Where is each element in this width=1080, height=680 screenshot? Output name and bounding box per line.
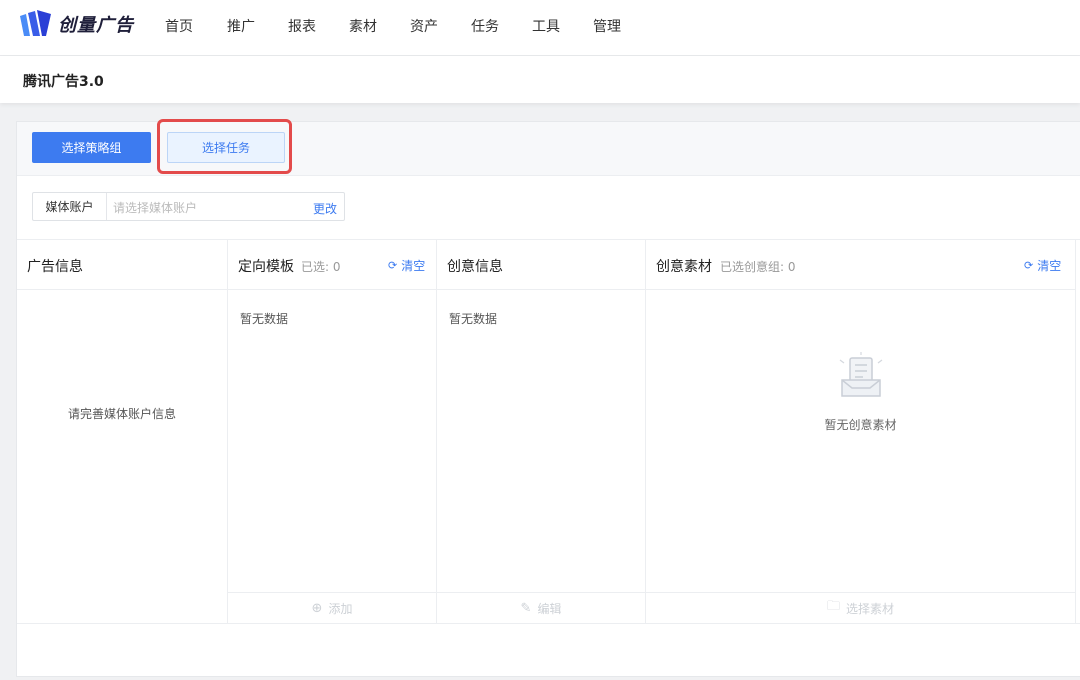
nav-item-promotion[interactable]: 推广 <box>227 16 255 36</box>
logo[interactable]: 创量广告 <box>18 10 134 38</box>
ad-info-message: 请完善媒体账户信息 <box>67 407 176 421</box>
select-task-button[interactable]: 选择任务 <box>167 132 285 163</box>
clear-label: 清空 <box>401 259 426 273</box>
add-button[interactable]: ⊕ 添加 <box>228 592 436 623</box>
column-title: 广告信息 <box>27 259 83 275</box>
page-header: 腾讯广告3.0 <box>0 56 1080 103</box>
column-header: 创意信息 <box>437 240 645 290</box>
editor-columns: 广告信息 请完善媒体账户信息 定向模板 已选: 0 ⟳ 清空 暂无数据 ⊕ 添加 <box>17 239 1080 624</box>
creative-material-column: 创意素材 已选创意组: 0 ⟳ 清空 暂无创意素材 🗀 选择素材 <box>646 240 1076 623</box>
refresh-icon: ⟳ <box>1024 259 1034 272</box>
nav-item-assets[interactable]: 资产 <box>410 16 438 36</box>
page-title: 腾讯广告3.0 <box>23 74 104 90</box>
refresh-icon: ⟳ <box>388 259 398 272</box>
toolbar: 选择策略组 选择任务 <box>17 119 1080 176</box>
edit-icon: ✎ <box>520 600 532 616</box>
media-account-input[interactable] <box>111 197 305 218</box>
logo-text: 创量广告 <box>58 15 134 36</box>
nav-item-materials[interactable]: 素材 <box>349 16 377 36</box>
nav-item-manage[interactable]: 管理 <box>593 16 621 36</box>
nav-item-reports[interactable]: 报表 <box>288 16 316 36</box>
select-material-button[interactable]: 🗀 选择素材 <box>646 592 1075 623</box>
empty-material-text: 暂无创意素材 <box>824 418 897 432</box>
change-account-link[interactable]: 更改 <box>313 200 337 217</box>
column-title: 定向模板 <box>238 259 294 275</box>
empty-text: 暂无数据 <box>449 312 498 326</box>
selected-count: 已选创意组: 0 <box>720 260 796 274</box>
edit-label: 编辑 <box>537 601 562 616</box>
column-header: 广告信息 <box>17 240 227 290</box>
clear-label: 清空 <box>1037 259 1062 273</box>
add-label: 添加 <box>328 601 353 616</box>
creative-logo-icon <box>20 10 51 36</box>
empty-box-icon <box>839 352 883 397</box>
media-account-field: 媒体账户 更改 <box>32 192 345 221</box>
column-header: 定向模板 已选: 0 ⟳ 清空 <box>228 240 436 290</box>
folder-icon: 🗀 <box>826 599 840 614</box>
select-strategy-button[interactable]: 选择策略组 <box>32 132 151 163</box>
ad-info-column: 广告信息 请完善媒体账户信息 <box>17 240 228 623</box>
creative-info-column: 创意信息 暂无数据 ✎ 编辑 <box>437 240 646 623</box>
select-material-label: 选择素材 <box>846 601 895 616</box>
plus-circle-icon: ⊕ <box>311 600 323 616</box>
column-header: 创意素材 已选创意组: 0 ⟳ 清空 <box>646 240 1075 290</box>
empty-text: 暂无数据 <box>240 312 289 326</box>
column-title: 创意信息 <box>447 259 503 275</box>
nav-item-tasks[interactable]: 任务 <box>471 16 499 36</box>
media-account-label: 媒体账户 <box>33 193 107 220</box>
nav-item-tools[interactable]: 工具 <box>532 16 560 36</box>
clear-button[interactable]: ⟳ 清空 <box>1024 257 1061 274</box>
nav-item-home[interactable]: 首页 <box>165 16 193 36</box>
column-title: 创意素材 <box>656 259 712 275</box>
top-navbar: 创量广告 首页 推广 报表 素材 资产 任务 工具 管理 <box>0 0 1080 56</box>
selected-count: 已选: 0 <box>301 260 341 274</box>
clear-button[interactable]: ⟳ 清空 <box>388 257 425 274</box>
targeting-column: 定向模板 已选: 0 ⟳ 清空 暂无数据 ⊕ 添加 <box>228 240 437 623</box>
main-card: 选择策略组 选择任务 媒体账户 更改 广告信息 请完善媒体账户信息 定向模板 已… <box>16 119 1080 677</box>
edit-button[interactable]: ✎ 编辑 <box>437 592 645 623</box>
